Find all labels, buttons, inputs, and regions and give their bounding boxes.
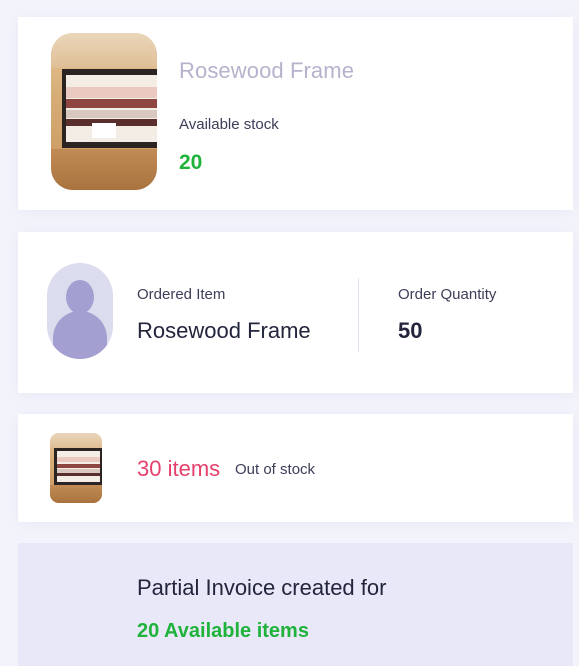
product-image — [51, 33, 157, 190]
ordered-item-label: Ordered Item — [137, 286, 226, 303]
product-thumbnail — [50, 433, 102, 503]
product-card: Rosewood Frame Available stock 20 — [18, 17, 573, 210]
order-card: Ordered Item Rosewood Frame Order Quanti… — [18, 232, 573, 393]
order-quantity-label: Order Quantity — [398, 286, 497, 303]
picture-frame-icon — [54, 448, 102, 485]
invoice-available-items: 20 Available items — [137, 620, 309, 642]
available-stock-label: Available stock — [179, 116, 279, 133]
user-silhouette-icon — [66, 280, 94, 314]
product-title: Rosewood Frame — [179, 58, 355, 83]
invoice-message: Partial Invoice created for — [137, 575, 387, 600]
divider — [358, 278, 359, 352]
avatar — [47, 263, 113, 359]
available-stock-value: 20 — [179, 151, 203, 174]
order-quantity-value: 50 — [398, 318, 423, 343]
ordered-item-value: Rosewood Frame — [137, 318, 311, 343]
out-of-stock-status: Out of stock — [235, 461, 316, 478]
partial-invoice-banner: Partial Invoice created for 20 Available… — [18, 543, 573, 666]
out-of-stock-count: 30 items — [137, 456, 221, 481]
out-of-stock-card: 30 items Out of stock — [18, 414, 573, 522]
picture-frame-icon — [61, 69, 157, 148]
